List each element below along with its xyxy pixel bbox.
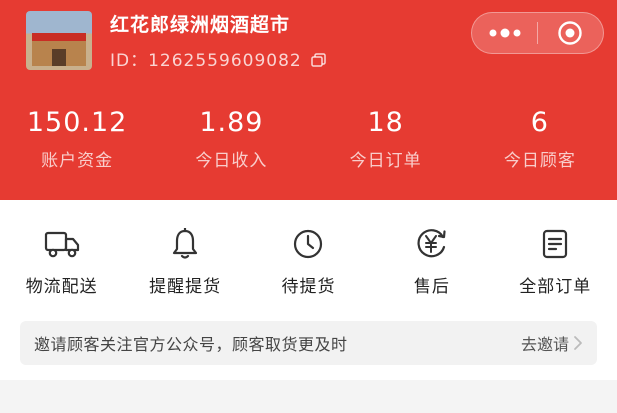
action-label: 售后 xyxy=(413,277,450,297)
action-label: 物流配送 xyxy=(25,277,98,297)
store-sign-shape xyxy=(32,33,86,41)
action-label: 待提货 xyxy=(281,277,336,297)
action-label: 全部订单 xyxy=(519,277,592,297)
stat-label: 账户资金 xyxy=(41,151,114,171)
store-header: 红花郎绿洲烟酒超市 ID：1262559609082 150.12 账户资金 1… xyxy=(0,0,617,200)
action-all-orders[interactable]: 全部订单 xyxy=(494,226,617,297)
mini-program-capsule xyxy=(471,12,604,54)
action-pending-pickup[interactable]: 待提货 xyxy=(247,226,370,297)
stat-today-customers[interactable]: 6 今日顾客 xyxy=(463,106,617,176)
store-name: 红花郎绿洲烟酒超市 xyxy=(110,14,291,36)
stat-account-funds[interactable]: 150.12 账户资金 xyxy=(0,106,154,176)
store-photo[interactable] xyxy=(26,11,92,70)
actions-panel: 物流配送 提醒提货 待提货 售后 全部订单 邀请顾客关注官方公众号，顾客取货更及… xyxy=(0,200,617,380)
yen-refund-icon xyxy=(370,226,493,262)
clock-icon xyxy=(247,226,370,262)
store-id-row: ID：1262559609082 xyxy=(110,46,328,71)
stat-value: 18 xyxy=(367,107,404,138)
store-id: ID：1262559609082 xyxy=(110,51,302,71)
stat-today-orders[interactable]: 18 今日订单 xyxy=(309,106,463,176)
stat-value: 6 xyxy=(530,107,549,138)
action-label: 提醒提货 xyxy=(149,277,222,297)
action-remind-pickup[interactable]: 提醒提货 xyxy=(123,226,246,297)
invite-text: 邀请顾客关注官方公众号，顾客取货更及时 xyxy=(34,335,348,354)
copy-icon[interactable] xyxy=(310,52,328,67)
invite-link-label: 去邀请 xyxy=(520,335,569,354)
order-list-icon xyxy=(494,226,617,262)
action-after-sales[interactable]: 售后 xyxy=(370,226,493,297)
stat-value: 150.12 xyxy=(26,107,128,138)
invite-link[interactable]: 去邀请 xyxy=(521,331,583,355)
action-grid: 物流配送 提醒提货 待提货 售后 全部订单 xyxy=(0,226,617,297)
stat-label: 今日收入 xyxy=(195,151,268,171)
more-dots-icon[interactable] xyxy=(472,13,537,53)
stats-row: 150.12 账户资金 1.89 今日收入 18 今日订单 6 今日顾客 xyxy=(0,106,617,176)
chevron-right-icon xyxy=(574,336,582,350)
target-circle-icon[interactable] xyxy=(538,13,603,53)
action-logistics[interactable]: 物流配送 xyxy=(0,226,123,297)
stat-label: 今日顾客 xyxy=(503,151,576,171)
truck-icon xyxy=(0,226,123,262)
store-door-shape xyxy=(52,49,66,66)
invite-banner[interactable]: 邀请顾客关注官方公众号，顾客取货更及时 去邀请 xyxy=(20,321,597,365)
stat-value: 1.89 xyxy=(199,107,264,138)
stat-label: 今日订单 xyxy=(349,151,422,171)
bell-icon xyxy=(123,226,246,262)
stat-today-income[interactable]: 1.89 今日收入 xyxy=(154,106,308,176)
